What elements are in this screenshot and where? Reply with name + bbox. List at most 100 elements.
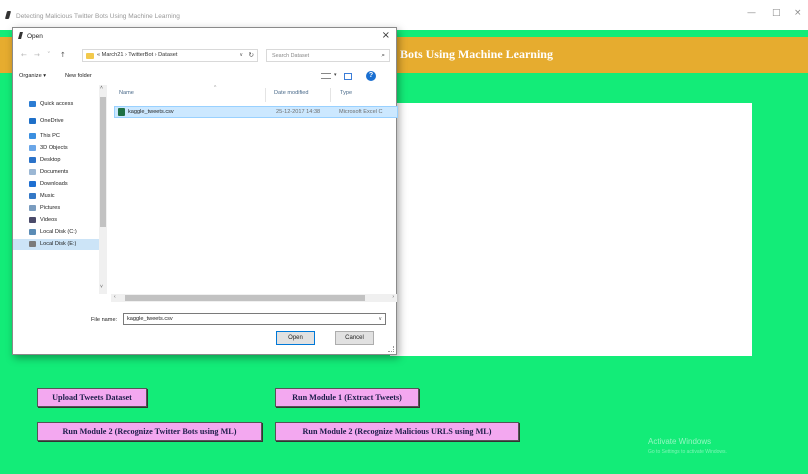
address-dropdown[interactable]: ∨ — [239, 52, 243, 58]
dialog-title: Open — [27, 33, 43, 40]
cube-icon — [29, 145, 36, 151]
sidebar-item[interactable]: This PC — [13, 131, 99, 142]
activate-windows-watermark: Activate Windows — [648, 437, 712, 446]
sidebar-item-label: Music — [40, 193, 55, 199]
file-type: Microsoft Excel C — [339, 109, 383, 115]
feather-icon — [18, 32, 23, 39]
search-box[interactable]: Search Dataset ⌕ — [266, 49, 390, 62]
file-list: Name ^ Date modified Type kaggle_tweets.… — [109, 85, 398, 285]
star-icon — [29, 101, 36, 107]
activate-windows-subtitle: Go to Settings to activate Windows. — [648, 449, 727, 455]
column-separator[interactable] — [265, 88, 266, 102]
back-button[interactable]: ← — [21, 51, 27, 59]
file-row[interactable]: kaggle_tweets.csv 25-12-2017 14:38 Micro… — [114, 106, 398, 118]
scroll-down-arrow[interactable]: ˅ — [100, 284, 103, 290]
music-icon — [29, 193, 36, 199]
window-title: Detecting Malicious Twitter Bots Using M… — [16, 13, 180, 20]
sidebar-item-label: Downloads — [40, 181, 68, 187]
scroll-left-arrow[interactable]: ‹ — [114, 294, 116, 300]
search-placeholder: Search Dataset — [272, 53, 310, 59]
preview-pane-icon[interactable] — [344, 73, 352, 80]
recent-locations-button[interactable]: ˅ — [47, 51, 51, 59]
filename-input[interactable]: kaggle_tweets.csv ∨ — [123, 313, 386, 325]
output-text-area[interactable] — [390, 103, 752, 356]
nav-scrollbar[interactable]: ˄ ˅ — [99, 85, 107, 294]
close-window-button[interactable]: × — [794, 8, 802, 18]
run-module-1-button[interactable]: Run Module 1 (Extract Tweets) — [275, 388, 419, 407]
computer-icon — [29, 133, 36, 139]
sidebar-item-label: Desktop — [40, 157, 61, 163]
maximize-button[interactable]: □ — [772, 8, 781, 18]
cancel-button[interactable]: Cancel — [335, 331, 374, 345]
new-folder-button[interactable]: New folder — [65, 73, 92, 79]
address-row: ← → ˅ ↑ « March21 › TwitterBot › Dataset… — [13, 48, 396, 64]
window-titlebar: Detecting Malicious Twitter Bots Using M… — [0, 0, 808, 30]
scroll-up-arrow[interactable]: ˄ — [100, 85, 103, 91]
sidebar-item-label: Videos — [40, 217, 58, 223]
sidebar-item[interactable]: Pictures — [13, 203, 99, 214]
column-separator[interactable] — [330, 88, 331, 102]
filename-value: kaggle_tweets.csv — [127, 316, 173, 322]
dialog-titlebar: Open × — [13, 28, 396, 45]
excel-csv-icon — [118, 108, 125, 116]
sidebar-item[interactable]: Desktop — [13, 155, 99, 166]
file-list-hscrollbar[interactable]: ‹ › — [111, 294, 397, 302]
address-path: « March21 › TwitterBot › Dataset — [97, 52, 178, 58]
open-file-dialog: Open × ← → ˅ ↑ « March21 › TwitterBot › … — [12, 27, 398, 355]
download-icon — [29, 181, 36, 187]
sidebar-item[interactable]: Music — [13, 191, 99, 202]
sidebar-item-label: Documents — [40, 169, 69, 175]
sidebar-item-label: Local Disk (C:) — [40, 229, 77, 235]
sort-caret-icon: ^ — [214, 85, 217, 91]
run-module-2-bots-button[interactable]: Run Module 2 (Recognize Twitter Bots usi… — [37, 422, 262, 441]
view-options-icon[interactable] — [321, 73, 331, 79]
run-module-2-urls-button[interactable]: Run Module 2 (Recognize Malicious URLS u… — [275, 422, 519, 441]
drive-icon — [29, 241, 36, 247]
refresh-icon[interactable]: ↻ — [249, 51, 254, 59]
file-name: kaggle_tweets.csv — [128, 109, 174, 115]
feather-icon — [4, 11, 12, 19]
sidebar-item[interactable]: Downloads — [13, 179, 99, 190]
cloud-icon — [29, 118, 36, 124]
organize-menu[interactable]: Organize ▾ — [19, 73, 46, 79]
folder-icon — [86, 53, 94, 59]
documents-icon — [29, 169, 36, 175]
sidebar-item[interactable]: Quick access — [13, 99, 99, 110]
sidebar-item[interactable]: OneDrive — [13, 116, 99, 127]
minimize-button[interactable]: — — [747, 8, 756, 18]
sidebar-item[interactable]: Local Disk (C:) — [13, 227, 99, 238]
pictures-icon — [29, 205, 36, 211]
sidebar-item[interactable]: Videos — [13, 215, 99, 226]
column-type[interactable]: Type — [340, 90, 352, 96]
column-name[interactable]: Name — [119, 90, 134, 96]
videos-icon — [29, 217, 36, 223]
view-dropdown-icon[interactable]: ▾ — [334, 72, 337, 78]
sidebar-item[interactable]: Documents — [13, 167, 99, 178]
resize-grip[interactable] — [388, 346, 394, 352]
navigation-pane: Quick access OneDrive This PC 3D Objects Des… — [13, 85, 108, 294]
column-date-modified[interactable]: Date modified — [274, 90, 309, 96]
search-icon[interactable]: ⌕ — [381, 51, 385, 60]
address-bar[interactable]: « March21 › TwitterBot › Dataset ∨ ↻ — [82, 49, 258, 62]
filename-dropdown[interactable]: ∨ — [378, 316, 382, 322]
hscroll-thumb[interactable] — [125, 295, 365, 301]
scroll-thumb[interactable] — [100, 97, 106, 227]
upload-tweets-dataset-button[interactable]: Upload Tweets Dataset — [37, 388, 147, 407]
help-icon[interactable]: ? — [366, 71, 376, 81]
open-button[interactable]: Open — [276, 331, 315, 345]
sidebar-item-label: OneDrive — [40, 118, 64, 124]
sidebar-item-label: This PC — [40, 133, 60, 139]
file-date: 25-12-2017 14:38 — [276, 109, 321, 115]
sidebar-item[interactable]: 3D Objects — [13, 143, 99, 154]
dialog-close-button[interactable]: × — [382, 30, 390, 41]
sidebar-item[interactable]: Local Disk (E:) — [13, 239, 99, 250]
forward-button[interactable]: → — [34, 51, 40, 59]
scroll-right-arrow[interactable]: › — [392, 294, 394, 300]
filename-label: File name: — [91, 317, 118, 323]
sidebar-item-label: 3D Objects — [40, 145, 68, 151]
dialog-toolbar: Organize ▾ New folder ▾ ? — [13, 70, 396, 84]
up-folder-button[interactable]: ↑ — [60, 51, 66, 59]
desktop-icon — [29, 157, 36, 163]
sidebar-item-label: Pictures — [40, 205, 61, 211]
drive-icon — [29, 229, 36, 235]
